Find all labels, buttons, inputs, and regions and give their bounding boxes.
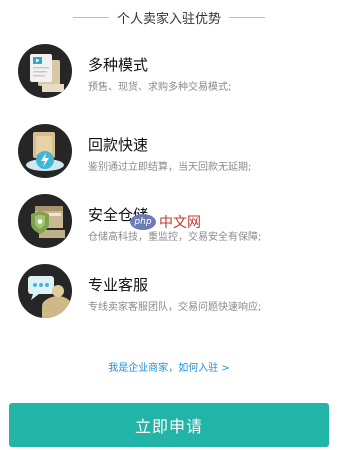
feature-title: 专业客服 [88, 276, 149, 294]
feature-desc: 专线卖家客服团队，交易问题快速响应; [88, 302, 262, 313]
section-header: 个人卖家入驻优势 [0, 0, 338, 34]
enterprise-join-link[interactable]: 我是企业商家，如何入驻 > [0, 359, 338, 374]
feature-desc: 仓储高科技，重监控，交易安全有保障; [88, 232, 262, 243]
feature-item-payout: 回款快速 鉴别通过立即结算，当天回款无延期; [18, 124, 328, 180]
feature-title: 安全仓储 [88, 206, 149, 224]
box-lightning-icon [18, 124, 72, 178]
warehouse-shield-icon [18, 194, 72, 248]
chat-bubble-icon [18, 264, 72, 318]
feature-desc: 预售、现货、求购多种交易模式; [88, 82, 232, 93]
documents-icon [18, 44, 72, 98]
feature-item-modes: 多种模式 预售、现货、求购多种交易模式; [18, 44, 328, 100]
feature-desc: 鉴别通过立即结算，当天回款无延期; [88, 162, 252, 173]
feature-title: 回款快速 [88, 136, 149, 154]
apply-button[interactable]: 立即申请 [9, 403, 329, 447]
header-rule-left [72, 16, 109, 18]
feature-title: 多种模式 [88, 56, 149, 74]
section-title: 个人卖家入驻优势 [116, 11, 221, 27]
header-rule-right [229, 16, 265, 18]
feature-item-storage: 安全仓储 仓储高科技，重监控，交易安全有保障; [18, 194, 328, 250]
feature-item-service: 专业客服 专线卖家客服团队，交易问题快速响应; [18, 264, 328, 320]
